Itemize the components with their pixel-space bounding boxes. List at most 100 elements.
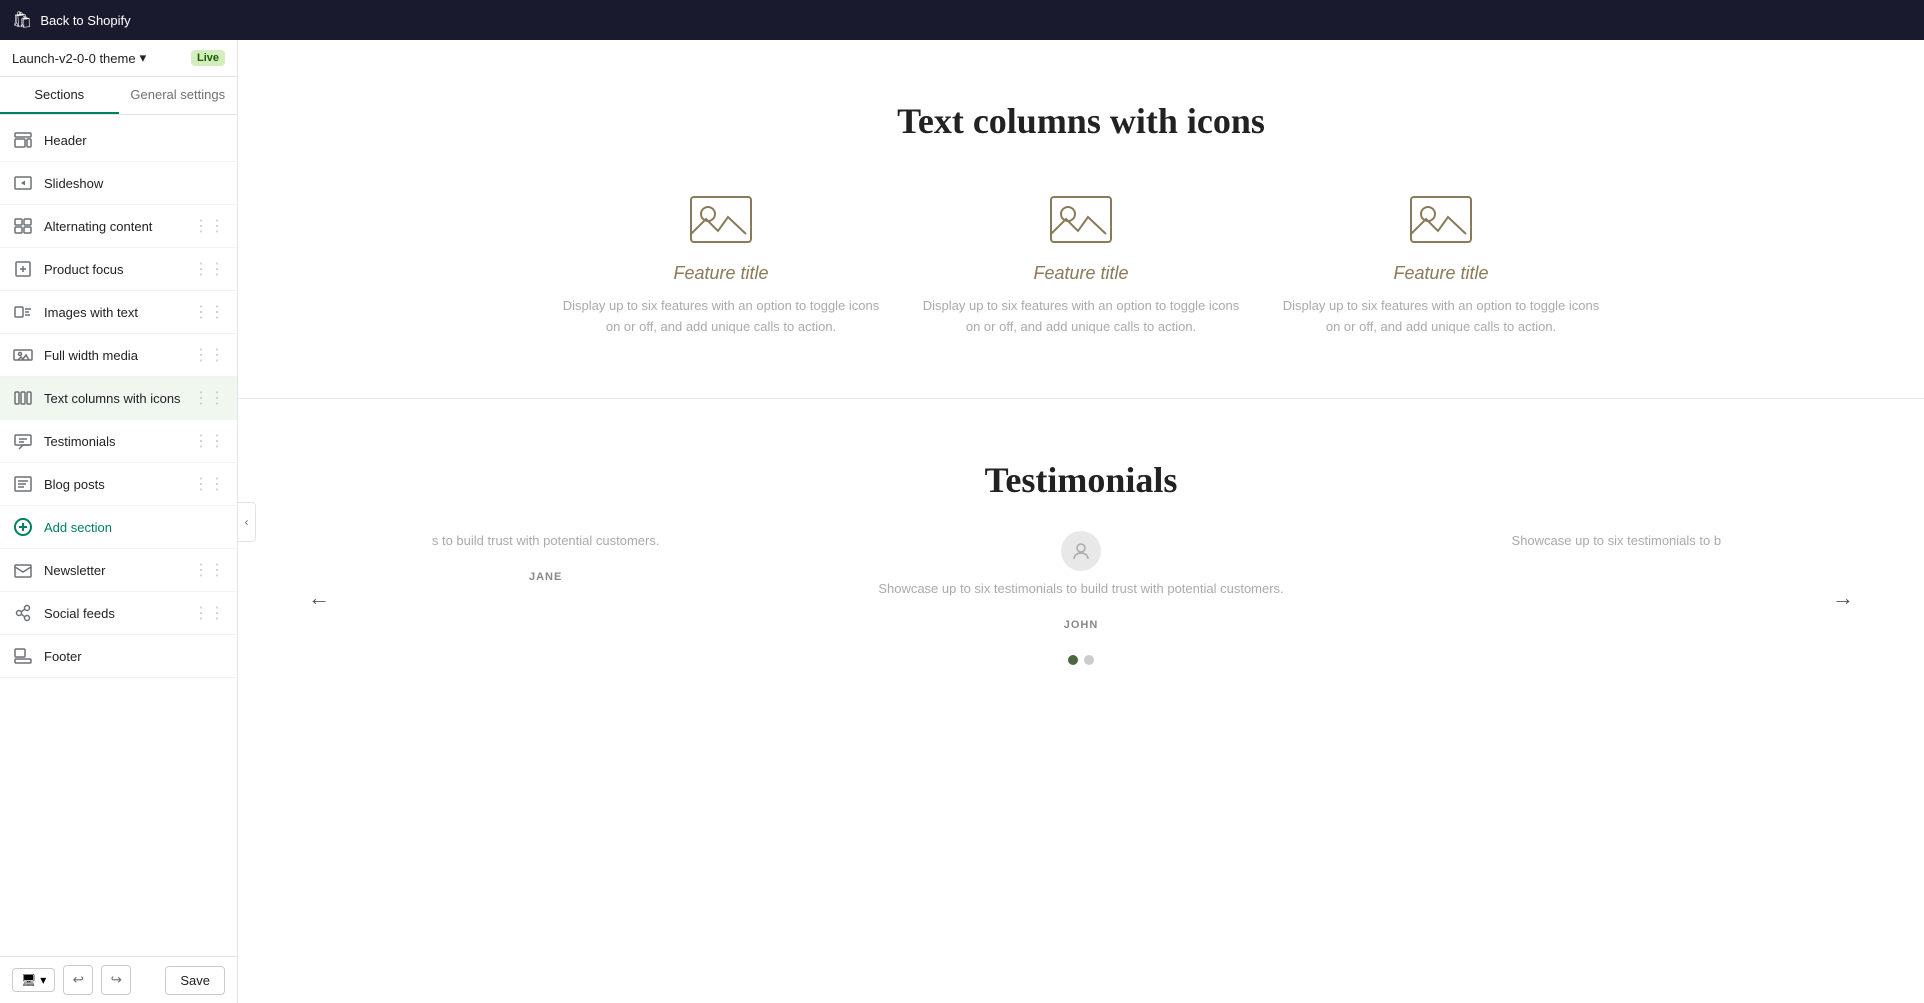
collapse-sidebar-button[interactable]: ‹ xyxy=(238,502,256,542)
sidebar-item-slideshow[interactable]: Slideshow xyxy=(0,162,237,205)
header-icon xyxy=(12,129,34,151)
shopify-icon: 🛍 xyxy=(12,10,32,30)
drag-handle-product[interactable]: ⋮⋮ xyxy=(193,259,225,279)
testimonial-item-2: Showcase up to six testimonials to build… xyxy=(813,531,1348,632)
sidebar-wrapper: Launch-v2-0-0 theme ▾ Live Sections Gene… xyxy=(0,40,238,1003)
testimonials-title: Testimonials xyxy=(278,459,1884,501)
tab-general-settings[interactable]: General settings xyxy=(119,77,238,114)
preview-area: Text columns with icons Feature title Di… xyxy=(238,40,1924,1003)
slideshow-icon xyxy=(12,172,34,194)
drag-handle-full-width[interactable]: ⋮⋮ xyxy=(193,345,225,365)
text-columns-section: Text columns with icons Feature title Di… xyxy=(238,40,1924,399)
feature-column-2: Feature title Display up to six features… xyxy=(921,192,1241,338)
tab-sections[interactable]: Sections xyxy=(0,77,119,114)
sidebar-item-full-width-media[interactable]: Full width media ⋮⋮ xyxy=(0,334,237,377)
sidebar-item-text-columns[interactable]: Text columns with icons ⋮⋮ xyxy=(0,377,237,420)
save-button[interactable]: Save xyxy=(165,966,225,995)
theme-name[interactable]: Launch-v2-0-0 theme ▾ xyxy=(12,50,146,66)
sidebar-item-label-social: Social feeds xyxy=(44,606,183,621)
desktop-icon: 🖥 xyxy=(21,973,36,987)
newsletter-icon xyxy=(12,559,34,581)
sidebar-item-label-footer: Footer xyxy=(44,649,225,664)
feature-image-icon-1 xyxy=(686,192,756,247)
testimonial-author-2: JOHN xyxy=(853,619,1308,631)
drag-handle-text-columns[interactable]: ⋮⋮ xyxy=(193,388,225,408)
drag-handle-newsletter[interactable]: ⋮⋮ xyxy=(193,560,225,580)
testimonial-item-1: s to build trust with potential customer… xyxy=(278,531,813,584)
text-columns-icon xyxy=(12,387,34,409)
footer-icon xyxy=(12,645,34,667)
feature-image-icon-3 xyxy=(1406,192,1476,247)
sidebar-item-blog-posts[interactable]: Blog posts ⋮⋮ xyxy=(0,463,237,506)
feature-image-icon-2 xyxy=(1046,192,1116,247)
testimonial-text-1: s to build trust with potential customer… xyxy=(318,531,773,552)
bottom-bar: 🖥 ▾ ↩ ↪ Save xyxy=(0,956,237,1003)
feature-column-3: Feature title Display up to six features… xyxy=(1281,192,1601,338)
tabs: Sections General settings xyxy=(0,77,237,115)
carousel-dot-1[interactable] xyxy=(1068,655,1078,665)
alternating-icon xyxy=(12,215,34,237)
redo-button[interactable]: ↪ xyxy=(101,965,131,995)
feature-column-1: Feature title Display up to six features… xyxy=(561,192,881,338)
chevron-left-icon: ‹ xyxy=(245,515,249,529)
sidebar-item-product-focus[interactable]: Product focus ⋮⋮ xyxy=(0,248,237,291)
sidebar-item-alternating-content[interactable]: Alternating content ⋮⋮ xyxy=(0,205,237,248)
sidebar-item-images-with-text[interactable]: Images with text ⋮⋮ xyxy=(0,291,237,334)
live-badge: Live xyxy=(191,50,225,66)
sidebar-item-label-newsletter: Newsletter xyxy=(44,563,183,578)
sidebar-item-testimonials[interactable]: Testimonials ⋮⋮ xyxy=(0,420,237,463)
testimonial-text-2: Showcase up to six testimonials to build… xyxy=(853,579,1308,600)
feature-title-3: Feature title xyxy=(1281,263,1601,284)
testimonials-grid: s to build trust with potential customer… xyxy=(278,531,1884,632)
sidebar: Launch-v2-0-0 theme ▾ Live Sections Gene… xyxy=(0,40,238,1003)
testimonial-item-3: Showcase up to six testimonials to b xyxy=(1349,531,1884,572)
columns-grid: Feature title Display up to six features… xyxy=(318,192,1844,338)
sidebar-item-label-testimonials: Testimonials xyxy=(44,434,183,449)
top-bar: 🛍 Back to Shopify xyxy=(0,0,1924,40)
drag-handle-blog[interactable]: ⋮⋮ xyxy=(193,474,225,494)
sidebar-item-header[interactable]: Header xyxy=(0,119,237,162)
sidebar-item-label-slideshow: Slideshow xyxy=(44,176,225,191)
product-icon xyxy=(12,258,34,280)
theme-name-label: Launch-v2-0-0 theme xyxy=(12,51,136,66)
blog-icon xyxy=(12,473,34,495)
carousel-dot-2[interactable] xyxy=(1084,655,1094,665)
sidebar-item-label-alternating: Alternating content xyxy=(44,219,183,234)
testimonials-carousel: ← → s to build trust with potential cust… xyxy=(278,531,1884,666)
feature-desc-2: Display up to six features with an optio… xyxy=(921,296,1241,338)
sidebar-item-label-text-columns: Text columns with icons xyxy=(44,391,183,406)
sidebar-item-label-images-text: Images with text xyxy=(44,305,183,320)
sidebar-item-label-product: Product focus xyxy=(44,262,183,277)
testimonial-avatar-2 xyxy=(1061,531,1101,571)
full-width-icon xyxy=(12,344,34,366)
drag-handle-testimonials[interactable]: ⋮⋮ xyxy=(193,431,225,451)
undo-button[interactable]: ↩ xyxy=(63,965,93,995)
device-toggle[interactable]: 🖥 ▾ xyxy=(12,968,55,992)
sidebar-item-label-full-width: Full width media xyxy=(44,348,183,363)
testimonials-icon xyxy=(12,430,34,452)
main-content: Text columns with icons Feature title Di… xyxy=(238,40,1924,1003)
testimonials-section: Testimonials ← → s to build trust with p… xyxy=(238,399,1924,716)
testimonial-text-3: Showcase up to six testimonials to b xyxy=(1389,531,1844,552)
theme-bar: Launch-v2-0-0 theme ▾ Live xyxy=(0,40,237,77)
feature-title-1: Feature title xyxy=(561,263,881,284)
chevron-down-icon: ▾ xyxy=(140,50,147,66)
sidebar-item-add-section[interactable]: Add section xyxy=(0,506,237,549)
drag-handle-images-text[interactable]: ⋮⋮ xyxy=(193,302,225,322)
text-columns-title: Text columns with icons xyxy=(318,100,1844,142)
sidebar-item-label-add: Add section xyxy=(44,520,225,535)
sidebar-item-footer[interactable]: Footer xyxy=(0,635,237,678)
drag-handle-social[interactable]: ⋮⋮ xyxy=(193,603,225,623)
social-icon xyxy=(12,602,34,624)
sidebar-item-label-header: Header xyxy=(44,133,225,148)
sidebar-item-social-feeds[interactable]: Social feeds ⋮⋮ xyxy=(0,592,237,635)
images-text-icon xyxy=(12,301,34,323)
add-icon xyxy=(12,516,34,538)
sidebar-item-label-blog: Blog posts xyxy=(44,477,183,492)
sidebar-item-newsletter[interactable]: Newsletter ⋮⋮ xyxy=(0,549,237,592)
feature-desc-1: Display up to six features with an optio… xyxy=(561,296,881,338)
chevron-down-icon: ▾ xyxy=(40,973,46,987)
drag-handle-alternating[interactable]: ⋮⋮ xyxy=(193,216,225,236)
carousel-dots xyxy=(278,655,1884,665)
back-to-shopify-link[interactable]: Back to Shopify xyxy=(40,13,130,28)
